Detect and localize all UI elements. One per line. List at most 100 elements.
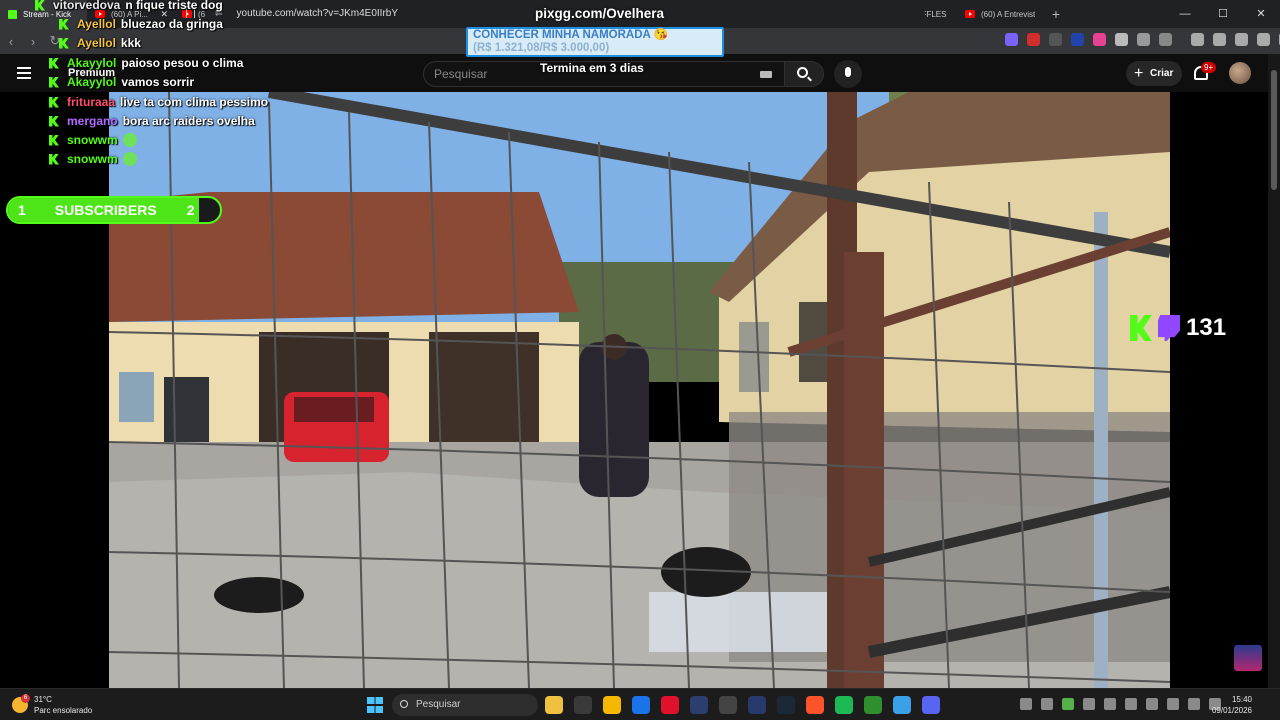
tray-app-icon[interactable] (1083, 698, 1095, 710)
app-green-icon[interactable] (864, 696, 882, 714)
discord-icon[interactable] (922, 696, 940, 714)
forward-icon[interactable]: › (22, 34, 44, 49)
windows-start-icon[interactable] (367, 697, 383, 713)
chat-username[interactable]: vitorvedova (53, 0, 120, 12)
chat-message: mergano bora arc raiders ovelha (49, 114, 255, 128)
avatar[interactable] (1229, 62, 1251, 84)
extension-icon[interactable] (1093, 33, 1106, 46)
extension-icon[interactable] (1005, 33, 1018, 46)
taskbar-search[interactable]: Pesquisar (392, 694, 538, 716)
app-dark-icon[interactable] (690, 696, 708, 714)
donation-goal-box: CONHECER MINHA NAMORADA 😘 (R$ 1.321,08/R… (466, 27, 724, 57)
chat-text: live ta com clima pessimo (120, 95, 269, 109)
chat-username[interactable]: mergano (67, 114, 118, 128)
wallet-icon[interactable] (1235, 33, 1248, 46)
chat-username[interactable]: snowwm (67, 152, 118, 166)
github-icon[interactable] (719, 696, 737, 714)
subs-label: SUBSCRIBERS (54, 202, 157, 218)
tray-app-icon[interactable] (1125, 698, 1137, 710)
scrollbar-thumb[interactable] (1271, 70, 1277, 190)
maximize-button[interactable]: ☐ (1204, 0, 1242, 28)
chat-username[interactable]: Akayylol (67, 75, 116, 89)
hamburger-menu-icon[interactable] (17, 67, 31, 79)
extension-icon[interactable] (1027, 33, 1040, 46)
file-explorer-icon[interactable] (545, 696, 563, 714)
goal-countdown: Termina em 3 dias (540, 61, 644, 75)
create-button[interactable]: + Criar (1126, 61, 1182, 86)
page-scrollbar[interactable] (1268, 54, 1280, 688)
wifi-icon[interactable] (1167, 698, 1179, 710)
chat-username[interactable]: Ayellol (77, 36, 116, 50)
chat-message: Akayylol paioso pesou o clima (49, 56, 243, 70)
play-icon[interactable] (1062, 698, 1074, 710)
history-icon[interactable] (1257, 33, 1270, 46)
viewer-count: 131 (1130, 314, 1226, 342)
clock-time: 15:40 (1231, 695, 1252, 704)
weather-sun-icon: 6 (12, 694, 30, 713)
minimize-button[interactable]: — (1166, 0, 1204, 28)
screenshot-icon[interactable] (1159, 33, 1172, 46)
video-frame[interactable] (109, 92, 1170, 688)
chat-username[interactable]: Ayellol (77, 17, 116, 31)
brave-icon[interactable] (806, 696, 824, 714)
volume-icon[interactable] (1188, 698, 1200, 710)
chrome-icon[interactable] (632, 696, 650, 714)
weather-badge: 6 (21, 694, 30, 703)
chat-message: snowwm (49, 133, 137, 147)
folder-icon[interactable] (603, 696, 621, 714)
spotify-icon[interactable] (835, 696, 853, 714)
chat-username[interactable]: frituraaa (67, 95, 115, 109)
extension-icon[interactable] (1049, 33, 1062, 46)
chat-username[interactable]: snowwm (67, 133, 118, 147)
browser-tab[interactable]: (60) A Entrevist (957, 0, 1044, 28)
chat-text: n fique triste dog (125, 0, 223, 12)
close-window-button[interactable]: ✕ (1242, 0, 1280, 28)
steam-icon[interactable] (777, 696, 795, 714)
sync-icon[interactable] (1041, 698, 1053, 710)
kick-badge-icon (49, 57, 59, 69)
clock-date: 09/01/2026 (1211, 706, 1252, 715)
plus-icon: + (1134, 65, 1144, 82)
media-icon[interactable] (1191, 33, 1204, 46)
chat-emote-icon (122, 152, 137, 166)
search-icon (797, 67, 808, 78)
system-clock[interactable]: 15:40 09/01/2026 (1208, 694, 1252, 716)
chat-message: frituraaa live ta com clima pessimo (49, 95, 268, 109)
twitch-logo-icon (1158, 315, 1180, 341)
new-tab-button[interactable]: + (1044, 6, 1068, 22)
sidebar-icon[interactable] (1213, 33, 1226, 46)
create-label: Criar (1150, 68, 1174, 79)
chevron-up-icon[interactable] (1020, 698, 1032, 710)
youtube-favicon-icon (965, 10, 975, 18)
chat-text: paioso pesou o clima (121, 56, 244, 70)
extension-icon[interactable] (1071, 33, 1084, 46)
weather-widget[interactable]: 6 31°C Parc ensolarado (12, 694, 92, 716)
chat-emote-icon (122, 133, 137, 147)
app-arrow-icon[interactable] (748, 696, 766, 714)
kick-badge-icon (49, 96, 59, 108)
kick-badge-icon (49, 76, 59, 88)
voice-search-button[interactable] (834, 60, 862, 88)
search-button[interactable] (784, 61, 824, 87)
keyboard-icon[interactable] (760, 71, 772, 78)
subscriber-goal-bar: 1 SUBSCRIBERS 2 (6, 196, 222, 224)
chat-text: bluezao da gringa (120, 17, 223, 31)
pix-url-label: pixgg.com/Ovelhera (535, 6, 665, 21)
opera-icon[interactable] (661, 696, 679, 714)
task-view-icon[interactable] (574, 696, 592, 714)
back-icon[interactable]: ‹ (0, 34, 22, 49)
chat-text: kkk (120, 36, 141, 50)
channel-watermark-icon (1234, 645, 1262, 671)
weather-temperature: 31°C (34, 695, 52, 704)
microphone-icon[interactable] (1146, 698, 1158, 710)
tray-app-icon[interactable] (1104, 698, 1116, 710)
chat-message: snowwm (49, 152, 137, 166)
taskbar-apps (545, 696, 940, 714)
notepad-icon[interactable] (893, 696, 911, 714)
window-controls: — ☐ ✕ (1166, 0, 1280, 28)
puzzle-icon[interactable] (1137, 33, 1150, 46)
notification-count-badge: 9+ (1201, 62, 1217, 73)
subs-start: 1 (18, 202, 26, 218)
extension-icon[interactable] (1115, 33, 1128, 46)
chat-username[interactable]: Akayylol (67, 56, 116, 70)
